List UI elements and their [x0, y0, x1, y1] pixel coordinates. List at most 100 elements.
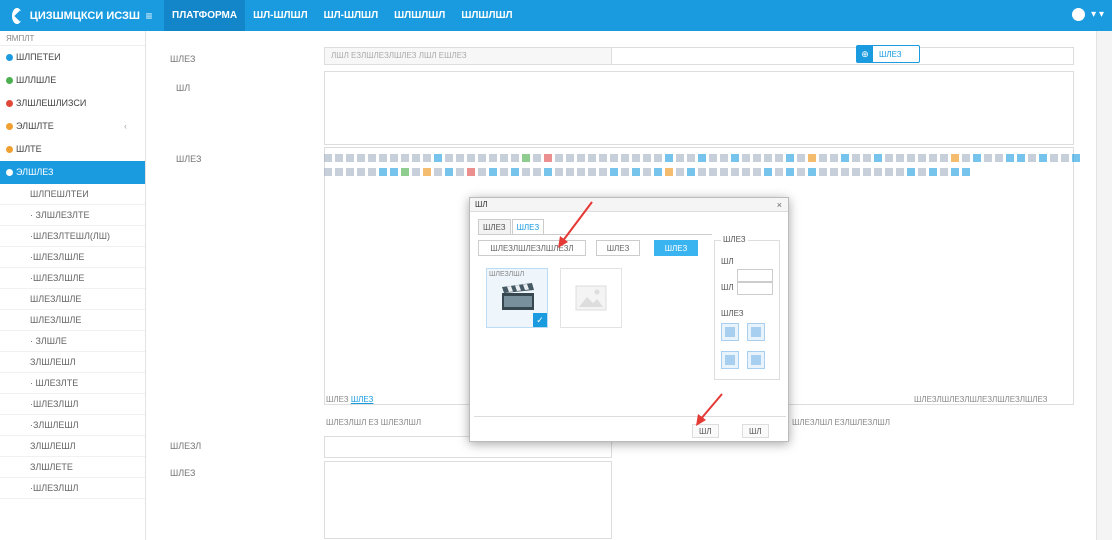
editor-tool-icon[interactable] — [346, 168, 354, 176]
sidebar-item[interactable]: ЭЛШЛЕЗ — [0, 161, 145, 184]
top-nav-item[interactable]: ШЛ-ШЛШЛ — [316, 0, 387, 31]
editor-tool-icon[interactable] — [335, 154, 343, 162]
editor-tool-icon[interactable] — [1072, 154, 1080, 162]
editor-tool-icon[interactable] — [423, 154, 431, 162]
editor-tool-icon[interactable] — [357, 154, 365, 162]
editor-tool-icon[interactable] — [643, 168, 651, 176]
editor-tool-icon[interactable] — [753, 168, 761, 176]
editor-tool-icon[interactable] — [698, 168, 706, 176]
sidebar-subitem[interactable]: ЗЛШЛЕШЛ — [0, 352, 145, 373]
editor-tool-icon[interactable] — [566, 168, 574, 176]
sidebar-subitem[interactable]: ·ШЛЕЗЛШЛЕ — [0, 247, 145, 268]
editor-tool-icon[interactable] — [643, 154, 651, 162]
editor-tool-icon[interactable] — [423, 168, 431, 176]
editor-tool-icon[interactable] — [324, 168, 332, 176]
editor-tool-icon[interactable] — [907, 154, 915, 162]
editor-tool-icon[interactable] — [324, 154, 332, 162]
top-nav-item[interactable]: ШЛ-ШЛШЛ — [245, 0, 316, 31]
editor-tool-icon[interactable] — [555, 154, 563, 162]
height-input[interactable] — [737, 281, 773, 295]
editor-options-right[interactable]: ШЛЕЗЛШЛ ЕЗЛШЛЕЗЛШЛ — [792, 418, 890, 427]
editor-tool-icon[interactable] — [852, 154, 860, 162]
editor-tool-icon[interactable] — [841, 154, 849, 162]
sidebar-subitem[interactable]: ШЛЕЗЛШЛЕ — [0, 289, 145, 310]
editor-tool-icon[interactable] — [632, 168, 640, 176]
editor-tool-icon[interactable] — [786, 168, 794, 176]
editor-tool-icon[interactable] — [456, 168, 464, 176]
sidebar-subitem[interactable]: · ЗЛШЛЕ — [0, 331, 145, 352]
editor-tool-icon[interactable] — [478, 168, 486, 176]
tab-online[interactable]: ШЛЕЗ — [511, 219, 545, 234]
editor-tool-icon[interactable] — [1028, 154, 1036, 162]
editor-tool-icon[interactable] — [445, 154, 453, 162]
editor-tool-icon[interactable] — [654, 168, 662, 176]
editor-tool-icon[interactable] — [709, 168, 717, 176]
textarea-field[interactable] — [324, 71, 1074, 145]
editor-tool-icon[interactable] — [896, 154, 904, 162]
editor-tool-icon[interactable] — [412, 154, 420, 162]
image-thumbnail[interactable] — [560, 268, 622, 328]
editor-tool-icon[interactable] — [709, 154, 717, 162]
cancel-button[interactable]: ШЛ — [742, 424, 769, 438]
editor-tool-icon[interactable] — [973, 154, 981, 162]
editor-tool-icon[interactable] — [555, 168, 563, 176]
editor-tool-icon[interactable] — [775, 154, 783, 162]
editor-tool-icon[interactable] — [357, 168, 365, 176]
sidebar-item[interactable]: ШЛЛШЛЕ — [0, 69, 145, 92]
editor-tool-icon[interactable] — [1039, 154, 1047, 162]
dialog-subtab[interactable]: ШЛЕЗЛШЛЕЗЛШЛЕЗЛ — [478, 240, 586, 256]
editor-tool-icon[interactable] — [445, 168, 453, 176]
more-menu-icon[interactable]: ▾ ▾ — [1091, 9, 1104, 20]
sidebar-subitem[interactable]: ·ШЛЕЗЛШЛ — [0, 394, 145, 415]
editor-tool-icon[interactable] — [841, 168, 849, 176]
textarea-field[interactable] — [324, 461, 612, 539]
editor-tool-icon[interactable] — [896, 168, 904, 176]
image-thumbnail-selected[interactable]: ШЛЕЗЛШЛ ✓ — [486, 268, 548, 328]
editor-footer-link[interactable]: ШЛЕЗ — [351, 395, 374, 404]
editor-tool-icon[interactable] — [456, 154, 464, 162]
editor-tool-icon[interactable] — [489, 168, 497, 176]
sidebar-subitem[interactable]: · ЗЛШЛЕЗЛТЕ — [0, 205, 145, 226]
tab-local[interactable]: ШЛЕЗ — [478, 219, 511, 234]
editor-tool-icon[interactable] — [368, 168, 376, 176]
sidebar-subitem[interactable]: ·ШЛЕЗЛШЛ — [0, 478, 145, 499]
editor-tool-icon[interactable] — [951, 168, 959, 176]
editor-tool-icon[interactable] — [1061, 154, 1069, 162]
editor-tool-icon[interactable] — [467, 154, 475, 162]
editor-tool-icon[interactable] — [511, 154, 519, 162]
close-icon[interactable]: × — [777, 198, 782, 212]
editor-tool-icon[interactable] — [863, 154, 871, 162]
editor-tool-icon[interactable] — [478, 154, 486, 162]
editor-tool-icon[interactable] — [390, 154, 398, 162]
editor-tool-icon[interactable] — [797, 168, 805, 176]
editor-tool-icon[interactable] — [346, 154, 354, 162]
dialog-subtab-active[interactable]: ШЛЕЗ — [654, 240, 698, 256]
app-logo[interactable]: ЦИЗШМЦКСИ ИСЗШ — [0, 7, 140, 24]
editor-tool-icon[interactable] — [687, 168, 695, 176]
editor-options-left[interactable]: ШЛЕЗЛШЛ ЕЗ ШЛЕЗЛШЛ — [326, 418, 421, 427]
sidebar-item[interactable]: ШЛПЕТЕИ — [0, 46, 145, 69]
sidebar-item[interactable]: ШЛТЕ — [0, 138, 145, 161]
editor-tool-icon[interactable] — [533, 168, 541, 176]
editor-tool-icon[interactable] — [632, 154, 640, 162]
align-center-icon[interactable] — [721, 351, 739, 369]
sidebar-item[interactable]: ЗЛШЛЕШЛИЗСИ — [0, 92, 145, 115]
editor-tool-icon[interactable] — [720, 168, 728, 176]
editor-tool-icon[interactable] — [764, 154, 772, 162]
avatar[interactable] — [1072, 8, 1086, 21]
dialog-subtab[interactable]: ШЛЕЗ — [596, 240, 640, 256]
editor-tool-icon[interactable] — [940, 168, 948, 176]
editor-tool-icon[interactable] — [544, 154, 552, 162]
sidebar-subitem[interactable]: ·ШЛЕЗЛТЕШЛ(ЛШ) — [0, 226, 145, 247]
editor-tool-icon[interactable] — [731, 168, 739, 176]
editor-tool-icon[interactable] — [368, 154, 376, 162]
sidebar-subitem[interactable]: ШЛЕЗЛШЛЕ — [0, 310, 145, 331]
align-left-icon[interactable] — [721, 323, 739, 341]
sidebar-subitem[interactable]: ЗЛШЛЕШЛ — [0, 436, 145, 457]
editor-tool-icon[interactable] — [621, 154, 629, 162]
editor-tool-icon[interactable] — [412, 168, 420, 176]
editor-tool-icon[interactable] — [951, 154, 959, 162]
editor-tool-icon[interactable] — [808, 154, 816, 162]
editor-tool-icon[interactable] — [401, 168, 409, 176]
editor-tool-icon[interactable] — [852, 168, 860, 176]
